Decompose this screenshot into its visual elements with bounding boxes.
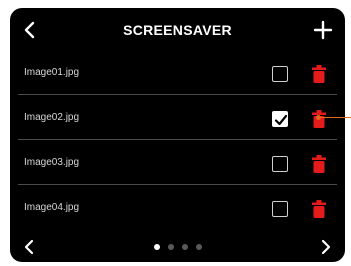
page-indicator (10, 244, 345, 250)
delete-trash-icon[interactable] (312, 200, 326, 218)
file-name: Image04.jpg (24, 202, 80, 213)
header-bar: SCREENSAVER (10, 8, 345, 52)
checkmark-icon (274, 114, 288, 126)
page-dot[interactable] (167, 244, 174, 250)
file-name: Image02.jpg (24, 112, 80, 123)
select-checkbox[interactable] (272, 201, 288, 217)
select-checkbox[interactable] (272, 66, 288, 82)
file-row[interactable]: Image04.jpg (10, 187, 345, 231)
file-name: Image03.jpg (24, 157, 80, 168)
pagination-bar (10, 232, 345, 262)
file-row[interactable]: Image02.jpg (10, 97, 345, 141)
file-row[interactable]: Image03.jpg (10, 142, 345, 186)
callout-line (320, 117, 351, 118)
file-name: Image01.jpg (24, 67, 80, 78)
page-dot[interactable] (181, 244, 188, 250)
select-checkbox[interactable] (272, 111, 288, 127)
select-checkbox[interactable] (272, 156, 288, 172)
page-title: SCREENSAVER (123, 22, 232, 38)
add-plus-icon[interactable] (313, 20, 333, 40)
page-dot-active[interactable] (153, 244, 160, 250)
next-page-chevron-icon[interactable] (317, 238, 335, 256)
delete-trash-icon[interactable] (312, 65, 326, 83)
screensaver-screen: SCREENSAVER Image01.jpg Image02.jpg Imag… (10, 8, 345, 262)
file-row[interactable]: Image01.jpg (10, 52, 345, 96)
delete-trash-icon[interactable] (312, 155, 326, 173)
page-dot[interactable] (195, 244, 202, 250)
